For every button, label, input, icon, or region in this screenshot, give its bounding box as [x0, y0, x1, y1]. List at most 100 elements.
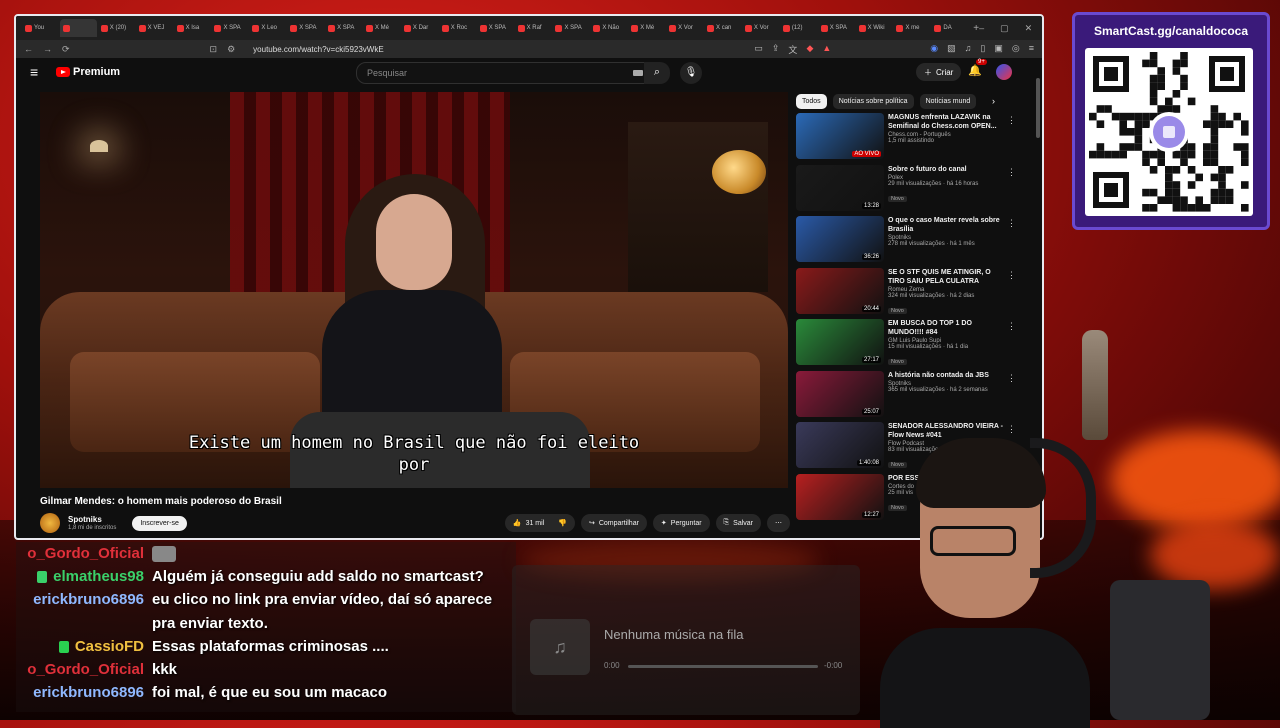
lava-glow: [1110, 430, 1280, 530]
recommendation-item[interactable]: 13:28 Sobre o futuro do canal Polex 29 mil …: [796, 164, 1016, 217]
browser-tab[interactable]: X SPA: [552, 19, 589, 37]
dislike-icon[interactable]: 👎: [558, 519, 567, 527]
maximize-icon[interactable]: ▢: [1000, 23, 1009, 34]
share-icon[interactable]: ⇪: [772, 43, 780, 56]
channel-name[interactable]: Spotniks: [68, 515, 116, 524]
browser-tab[interactable]: X SPA: [818, 19, 855, 37]
browser-tab[interactable]: X SPA: [211, 19, 248, 37]
ask-button[interactable]: ✦ Perguntar: [652, 514, 710, 532]
browser-tab[interactable]: X Isa: [174, 19, 211, 37]
site-info-icon[interactable]: ⚙: [227, 44, 235, 55]
browser-tab[interactable]: X (20): [98, 19, 135, 37]
brave-shield-icon[interactable]: ◆: [806, 43, 813, 56]
browser-tab[interactable]: X Raf: [515, 19, 552, 37]
account-avatar[interactable]: [996, 64, 1012, 80]
music-icon[interactable]: ♫: [965, 43, 972, 56]
hamburger-menu-icon[interactable]: ≡: [30, 64, 50, 80]
chat-message: erickbruno6896 foi mal, é que eu sou um m…: [16, 681, 516, 704]
browser-tab[interactable]: [59, 19, 97, 37]
scrollbar[interactable]: [1036, 78, 1040, 138]
save-button[interactable]: ⎘ Salvar: [715, 514, 761, 532]
recommendation-title[interactable]: Sobre o futuro do canal: [888, 165, 1006, 174]
recommendation-title[interactable]: SE O STF QUIS ME ATINGIR, O TIRO SAIU PE…: [888, 268, 1006, 286]
cast-icon[interactable]: ▭: [754, 43, 763, 56]
video-thumbnail[interactable]: 36:26: [796, 216, 884, 262]
minimize-icon[interactable]: –: [979, 23, 984, 34]
close-window-icon[interactable]: ✕: [1025, 23, 1033, 34]
create-button[interactable]: ＋ Criar: [916, 63, 962, 81]
video-thumbnail[interactable]: 20:44: [796, 267, 884, 314]
keyboard-icon[interactable]: [633, 70, 643, 76]
browser-tab[interactable]: X Mé: [363, 19, 400, 37]
browser-tab[interactable]: X me: [893, 19, 930, 37]
chevron-right-icon[interactable]: ›: [992, 96, 995, 106]
video-thumbnail[interactable]: 12:27: [796, 473, 884, 520]
browser-tab[interactable]: X Não: [590, 19, 627, 37]
browser-tab[interactable]: You: [22, 19, 59, 37]
more-options-icon[interactable]: ⋮: [1007, 321, 1016, 332]
share-button[interactable]: ↪ Compartilhar: [580, 514, 647, 532]
browser-tab[interactable]: X VEJ: [136, 19, 173, 37]
reload-icon[interactable]: ⟳: [62, 44, 70, 55]
tab-favicon-icon: [176, 24, 184, 32]
vpn-icon[interactable]: ◉: [930, 43, 938, 56]
subscribe-button[interactable]: Inscrever-se: [132, 515, 187, 531]
recommendation-item[interactable]: 25:07 A história não contada da JBS Spotni…: [796, 370, 1016, 423]
voice-search-button[interactable]: 🎙: [680, 62, 702, 84]
search-input[interactable]: [365, 67, 609, 79]
url-field[interactable]: youtube.com/watch?v=cki5923vWkE: [253, 45, 384, 54]
menu-icon[interactable]: ≡: [1029, 43, 1034, 56]
recommendation-title[interactable]: O que o caso Master revela sobre Brasíli…: [888, 216, 1006, 234]
search-button[interactable]: ⌕: [644, 62, 670, 84]
filter-chip[interactable]: Notícias mund: [919, 94, 977, 109]
browser-tab[interactable]: DA: [931, 19, 968, 37]
recommendation-item[interactable]: 36:26 O que o caso Master revela sobre Br…: [796, 216, 1016, 268]
browser-tab[interactable]: X can: [704, 19, 741, 37]
more-options-icon[interactable]: ⋮: [1007, 270, 1016, 281]
more-options-icon[interactable]: ⋮: [1007, 218, 1016, 229]
browser-tab[interactable]: X SPA: [477, 19, 514, 37]
video-thumbnail[interactable]: 27:17: [796, 319, 884, 365]
browser-tab[interactable]: X Roc: [439, 19, 476, 37]
recommendation-title[interactable]: EM BUSCA DO TOP 1 DO MUNDO!!!! #84: [888, 319, 1006, 337]
profile-icon[interactable]: ◎: [1012, 43, 1020, 56]
more-options-icon[interactable]: ⋮: [1007, 167, 1016, 178]
video-thumbnail[interactable]: 13:28: [796, 164, 884, 211]
youtube-logo[interactable]: Premium: [56, 66, 120, 78]
extension-icon[interactable]: ▧: [947, 43, 956, 56]
wallet-icon[interactable]: ▣: [994, 43, 1003, 56]
browser-tab[interactable]: X SPA: [325, 19, 362, 37]
browser-tab[interactable]: X Wiki: [856, 19, 893, 37]
browser-tab[interactable]: X Vor: [666, 19, 703, 37]
more-options-icon[interactable]: ⋮: [1007, 424, 1016, 435]
like-button[interactable]: 👍 31 mil 👎: [504, 514, 575, 532]
video-player[interactable]: Existe um homem no Brasil que não foi el…: [40, 92, 788, 488]
forward-icon[interactable]: →: [43, 44, 52, 54]
recommendation-title[interactable]: A história não contada da JBS: [888, 371, 1006, 380]
sidebar-icon[interactable]: ▯: [980, 43, 985, 56]
more-actions-button[interactable]: ⋯: [767, 514, 790, 532]
browser-tab[interactable]: (12): [780, 19, 817, 37]
browser-tab[interactable]: X Leo: [249, 19, 286, 37]
video-thumbnail[interactable]: 1:40:08: [796, 422, 884, 468]
recommendation-title[interactable]: MAGNUS enfrenta LAZAVIK na Semifinal do …: [888, 113, 1006, 131]
video-thumbnail[interactable]: 25:07: [796, 370, 884, 417]
recommendation-item[interactable]: AO VIVO MAGNUS enfrenta LAZAVIK na Semifi…: [796, 113, 1016, 165]
notifications-bell-icon[interactable]: 🔔: [968, 64, 982, 77]
browser-tab[interactable]: X SPA: [287, 19, 324, 37]
more-options-icon[interactable]: ⋮: [1007, 373, 1016, 384]
video-thumbnail[interactable]: AO VIVO: [796, 113, 884, 159]
translate-icon[interactable]: 文: [788, 43, 797, 56]
browser-tab[interactable]: X Mé: [628, 19, 665, 37]
recommendation-item[interactable]: 27:17 EM BUSCA DO TOP 1 DO MUNDO!!!! #84 G…: [796, 319, 1016, 371]
browser-tab[interactable]: X Vor: [742, 19, 779, 37]
back-icon[interactable]: ←: [24, 44, 33, 54]
channel-avatar[interactable]: [40, 513, 60, 533]
filter-chip[interactable]: Todos: [796, 94, 827, 109]
more-options-icon[interactable]: ⋮: [1007, 115, 1016, 126]
browser-tab[interactable]: X Dar: [401, 19, 438, 37]
filter-chip[interactable]: Notícias sobre política: [832, 94, 914, 109]
recommendation-item[interactable]: 20:44 SE O STF QUIS ME ATINGIR, O TIRO SA…: [796, 267, 1016, 320]
bookmark-icon[interactable]: ⊡: [210, 44, 218, 55]
rewards-icon[interactable]: ▲: [822, 43, 831, 56]
